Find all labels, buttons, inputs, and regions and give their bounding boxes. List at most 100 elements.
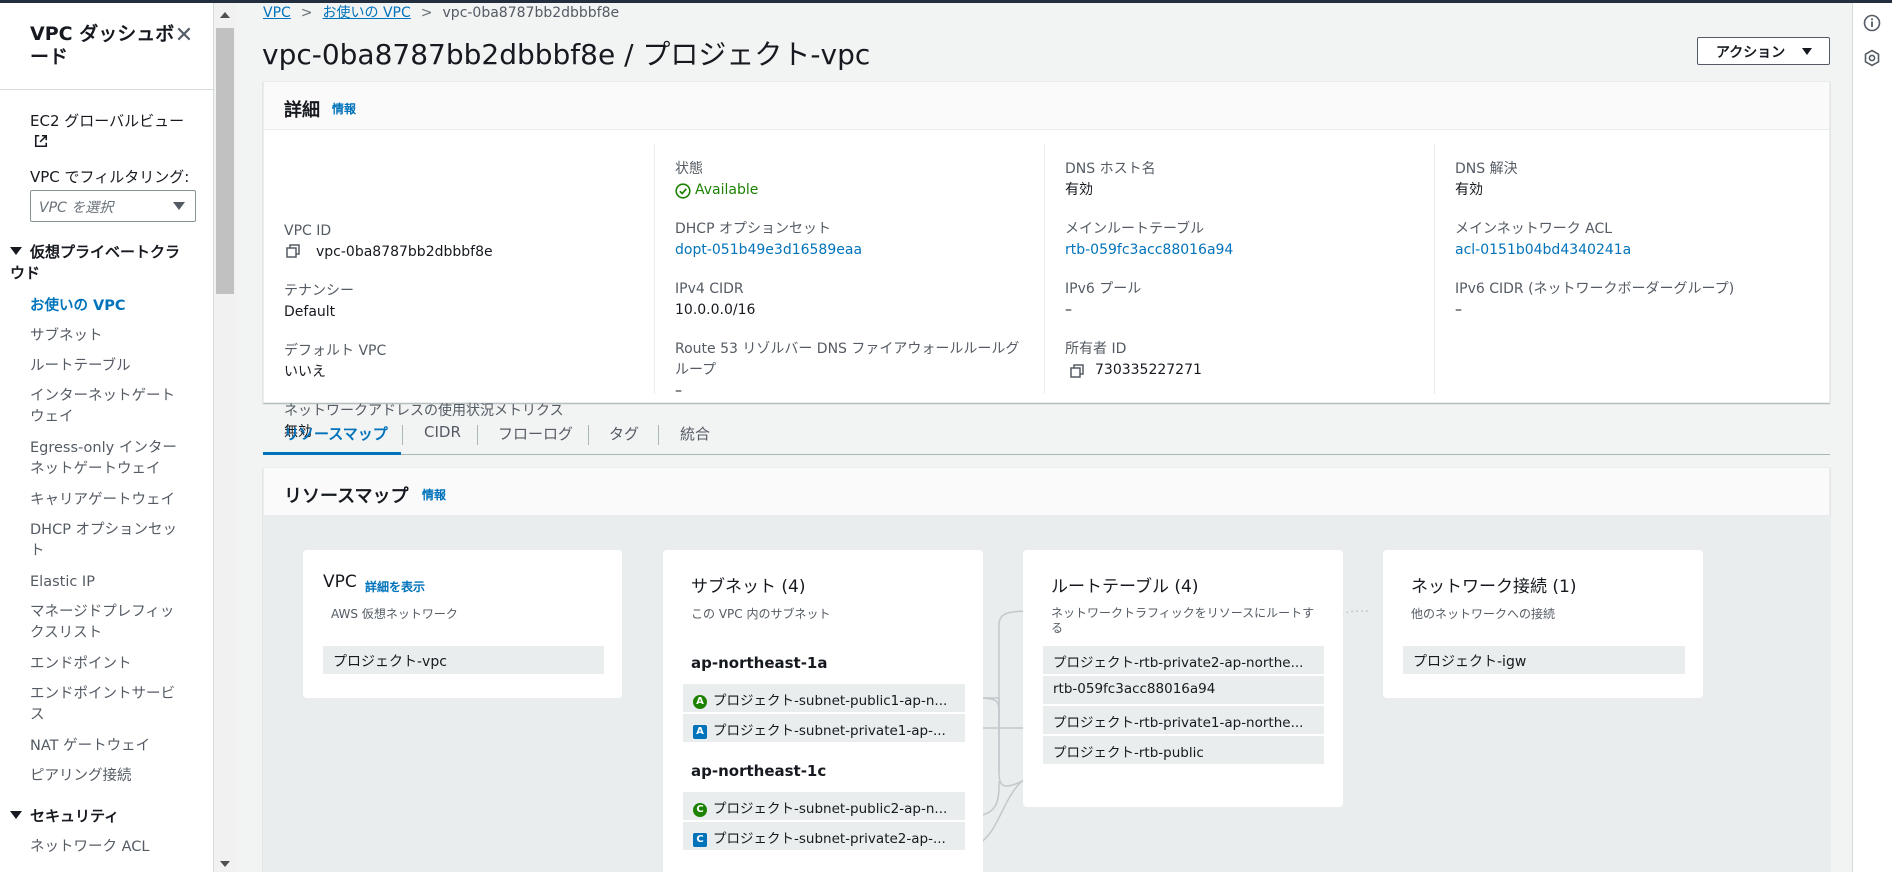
subnet-private2-chip[interactable]: C プロジェクト-subnet-private2-ap-... xyxy=(683,822,965,850)
route-table-public-chip[interactable]: プロジェクト-rtb-public xyxy=(1043,736,1324,764)
caret-down-icon xyxy=(1802,48,1812,55)
sidebar-item-internet-gateways[interactable]: インターネットゲートウェイ xyxy=(30,386,180,428)
caret-down-icon xyxy=(173,202,185,210)
vpc-card-title-text: VPC xyxy=(323,572,357,592)
ec2-global-view-link[interactable]: EC2 グローバルビュー xyxy=(30,111,184,132)
actions-button[interactable]: アクション xyxy=(1697,37,1830,65)
vpc-card: VPC 詳細を表示 AWS 仮想ネットワーク プロジェクト-vpc xyxy=(303,550,622,698)
details-column-3: DNS ホスト名 有効 メインルートテーブル rtb-059fc3acc8801… xyxy=(1044,144,1416,394)
copy-icon[interactable] xyxy=(1070,364,1084,378)
subnet-public1-chip[interactable]: A プロジェクト-subnet-public1-ap-n... xyxy=(683,684,965,712)
field-label-dns-hostnames: DNS ホスト名 xyxy=(1065,161,1156,177)
subnet-private1-chip[interactable]: A プロジェクト-subnet-private1-ap-... xyxy=(683,714,965,742)
subnets-card-subtitle: この VPC 内のサブネット xyxy=(691,607,831,621)
public-subnet-badge-icon: C xyxy=(693,803,707,817)
field-label-ipv6-cidr: IPv6 CIDR (ネットワークボーダーグループ) xyxy=(1455,281,1735,297)
field-value-dns-hostnames: 有効 xyxy=(1065,182,1093,198)
subnets-card-title: サブネット (4) xyxy=(691,577,806,597)
route-table-private2-chip[interactable]: プロジェクト-rtb-private2-ap-northe... xyxy=(1043,646,1324,674)
field-label-state: 状態 xyxy=(675,161,703,177)
sidebar-item-managed-prefix-lists[interactable]: マネージドプレフィックスリスト xyxy=(30,602,180,644)
actions-button-label: アクション xyxy=(1716,45,1786,61)
sidebar: VPC ダッシュボード ✕ EC2 グローバルビュー VPC でフィルタリング:… xyxy=(0,3,214,872)
resource-map-title: リソースマップ xyxy=(284,486,409,507)
expand-caret-icon xyxy=(10,811,22,819)
field-value-ipv4-cidr: 10.0.0.0/16 xyxy=(675,302,756,318)
info-icon[interactable] xyxy=(1863,14,1881,32)
section-vpc[interactable]: 仮想プライベートクラウド xyxy=(10,242,180,284)
subnets-card: サブネット (4) この VPC 内のサブネット ap-northeast-1a… xyxy=(663,550,983,872)
field-label-main-route-table: メインルートテーブル xyxy=(1065,221,1205,237)
sidebar-item-nat-gateways[interactable]: NAT ゲートウェイ xyxy=(30,736,180,757)
details-column-1: VPC ID vpc-0ba8787bb2dbbbf8e テナンシー Defau… xyxy=(264,144,636,440)
tab-divider xyxy=(477,425,478,445)
main-route-table-link[interactable]: rtb-059fc3acc88016a94 xyxy=(1065,240,1233,261)
subnet-private1-label: プロジェクト-subnet-private1-ap-... xyxy=(713,723,946,739)
tab-integrations[interactable]: 統合 xyxy=(680,423,710,454)
vpc-filter-select[interactable]: VPC を選択 xyxy=(30,190,196,222)
subnet-public2-chip[interactable]: C プロジェクト-subnet-public2-ap-n... xyxy=(683,792,965,820)
tab-cidr[interactable]: CIDR xyxy=(424,423,461,454)
sidebar-item-route-tables[interactable]: ルートテーブル xyxy=(30,356,180,377)
sidebar-scrollbar-thumb[interactable] xyxy=(216,28,234,294)
copy-icon[interactable] xyxy=(286,244,300,258)
field-value-route53-firewall: – xyxy=(675,383,682,399)
details-info-link[interactable]: 情報 xyxy=(332,100,356,117)
network-connections-card-subtitle: 他のネットワークへの接続 xyxy=(1411,607,1556,621)
breadcrumb-your-vpcs[interactable]: お使いの VPC xyxy=(323,5,411,21)
tab-resource-map[interactable]: リソースマップ xyxy=(263,415,401,455)
breadcrumb-vpc[interactable]: VPC xyxy=(263,5,291,21)
vpc-chip[interactable]: プロジェクト-vpc xyxy=(323,646,604,674)
internet-gateway-chip[interactable]: プロジェクト-igw xyxy=(1403,646,1685,674)
sidebar-item-endpoints[interactable]: エンドポイント xyxy=(30,654,180,675)
field-value-tenancy: Default xyxy=(284,304,336,320)
az-label-1c: ap-northeast-1c xyxy=(691,762,827,780)
external-link-icon[interactable] xyxy=(34,134,48,148)
field-value-vpc-id: vpc-0ba8787bb2dbbbf8e xyxy=(316,244,493,260)
close-icon[interactable]: ✕ xyxy=(173,25,195,47)
route-tables-card-title: ルートテーブル (4) xyxy=(1051,577,1199,597)
field-label-tenancy: テナンシー xyxy=(284,283,354,299)
vpc-filter-label: VPC でフィルタリング: xyxy=(30,168,190,186)
sidebar-item-dhcp-option-sets[interactable]: DHCP オプションセット xyxy=(30,520,180,562)
details-panel: 詳細 情報 VPC ID vpc-0ba8787bb2dbbbf8e テナンシー… xyxy=(263,81,1830,440)
resource-map-info-link[interactable]: 情報 xyxy=(422,486,446,503)
dhcp-options-link[interactable]: dopt-051b49e3d16589eaa xyxy=(675,240,862,261)
details-column-2: 状態 Available DHCP オプションセット dopt-051b49e3… xyxy=(654,144,1026,399)
sidebar-item-subnets[interactable]: サブネット xyxy=(30,326,180,347)
main-network-acl-link[interactable]: acl-0151b04bd4340241a xyxy=(1455,240,1631,261)
field-label-default-vpc: デフォルト VPC xyxy=(284,343,387,359)
resource-map-canvas: VPC 詳細を表示 AWS 仮想ネットワーク プロジェクト-vpc サブネット … xyxy=(264,516,1831,872)
route-table-main-chip[interactable]: rtb-059fc3acc88016a94 xyxy=(1043,676,1324,704)
tab-flow-logs[interactable]: フローログ xyxy=(498,423,573,454)
subnet-public2-label: プロジェクト-subnet-public2-ap-n... xyxy=(713,801,948,817)
field-label-dhcp-options: DHCP オプションセット xyxy=(675,221,831,237)
vpc-card-subtitle: AWS 仮想ネットワーク xyxy=(331,607,458,621)
vpc-card-title: VPC xyxy=(323,572,357,592)
sidebar-item-endpoint-services[interactable]: エンドポイントサービス xyxy=(30,684,180,726)
settings-hex-icon[interactable] xyxy=(1863,49,1881,67)
tab-tags[interactable]: タグ xyxy=(609,423,639,454)
scroll-down-arrow-icon[interactable] xyxy=(220,861,230,867)
sidebar-item-your-vpcs[interactable]: お使いの VPC xyxy=(30,296,180,317)
sidebar-divider xyxy=(0,89,213,90)
sidebar-item-network-acls[interactable]: ネットワーク ACL xyxy=(30,837,180,858)
vpc-details-link[interactable]: 詳細を表示 xyxy=(365,578,425,595)
section-security[interactable]: セキュリティ xyxy=(10,806,119,827)
field-value-default-vpc: いいえ xyxy=(284,364,326,380)
sidebar-item-peering-connections[interactable]: ピアリング接続 xyxy=(30,766,180,787)
sidebar-item-carrier-gateways[interactable]: キャリアゲートウェイ xyxy=(30,490,180,511)
field-value-owner-id: 730335227271 xyxy=(1095,362,1202,378)
field-label-ipv4-cidr: IPv4 CIDR xyxy=(675,281,744,297)
route-table-private1-chip[interactable]: プロジェクト-rtb-private1-ap-northe... xyxy=(1043,706,1324,734)
tools-rail xyxy=(1852,3,1892,872)
sidebar-item-egress-only-igw[interactable]: Egress-only インターネットゲートウェイ xyxy=(30,438,185,480)
expand-caret-icon xyxy=(10,247,22,255)
route-tables-card: ルートテーブル (4) ネットワークトラフィックをリソースにルートする プロジェ… xyxy=(1023,550,1343,807)
details-title: 詳細 xyxy=(284,100,320,121)
field-label-owner-id: 所有者 ID xyxy=(1065,341,1127,357)
field-label-ipv6-pool: IPv6 プール xyxy=(1065,281,1142,297)
chevron-right-icon: > xyxy=(420,5,433,21)
scroll-up-arrow-icon[interactable] xyxy=(220,12,230,18)
sidebar-item-elastic-ip[interactable]: Elastic IP xyxy=(30,572,180,593)
